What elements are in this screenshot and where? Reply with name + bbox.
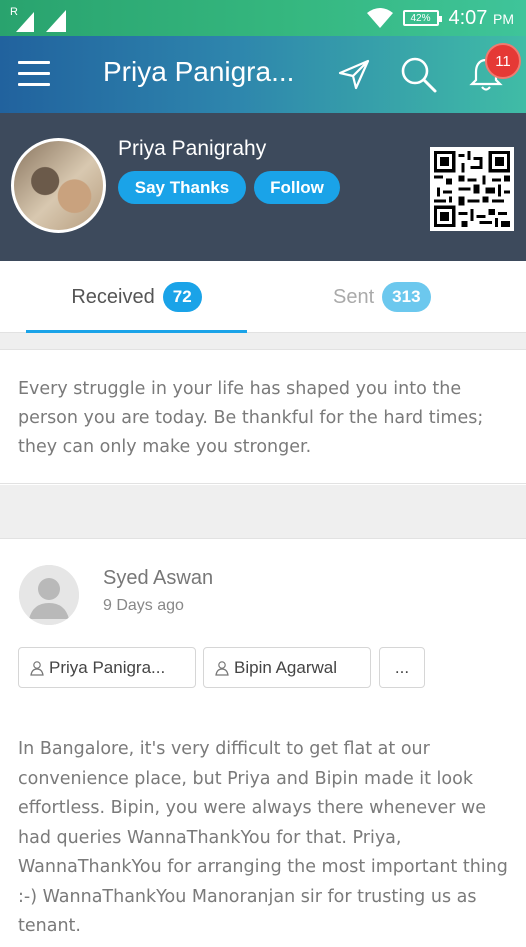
notification-badge[interactable]: 11 xyxy=(485,43,521,79)
divider xyxy=(0,485,526,538)
signal-roaming-label: R xyxy=(10,6,18,18)
page-title: Priya Panigra... xyxy=(103,56,295,87)
recipient-chip-label: Bipin Agarwal xyxy=(234,657,338,677)
send-icon[interactable] xyxy=(334,54,374,94)
profile-name: Priya Panigrahy xyxy=(118,137,267,160)
profile-header: Priya Panigrahy Say Thanks Follow xyxy=(0,113,526,261)
follow-button[interactable]: Follow xyxy=(254,171,340,204)
status-bar: R 42% 4:07 PM xyxy=(0,0,526,36)
tab-sent-label: Sent xyxy=(333,285,375,308)
post-body: In Bangalore, it's very difficult to get… xyxy=(18,739,508,936)
recipient-chip[interactable]: Priya Panigra... xyxy=(18,647,196,688)
avatar[interactable] xyxy=(11,138,106,233)
search-icon[interactable] xyxy=(398,54,438,94)
divider xyxy=(0,333,526,349)
recipient-chip-label: Priya Panigra... xyxy=(49,657,166,677)
tab-received-label: Received xyxy=(71,285,155,308)
quote-card: Every struggle in your life has shaped y… xyxy=(0,349,526,484)
user-placeholder-icon xyxy=(19,565,79,625)
post-timestamp: 9 Days ago xyxy=(103,597,184,614)
post-card: Syed Aswan 9 Days ago Priya Panigra... B… xyxy=(0,538,526,947)
qr-code[interactable] xyxy=(430,147,514,231)
app-bar: Priya Panigra... xyxy=(0,36,526,113)
clock-time: 4:07 xyxy=(448,6,488,29)
status-bar-left: R xyxy=(10,4,70,32)
tab-sent[interactable]: Sent 313 xyxy=(333,261,431,333)
tab-received[interactable]: Received 72 xyxy=(26,261,247,333)
quote-text: Every struggle in your life has shaped y… xyxy=(18,379,484,457)
say-thanks-button[interactable]: Say Thanks xyxy=(118,171,246,204)
clock: 4:07 PM xyxy=(449,7,515,30)
more-recipients-button[interactable]: ... xyxy=(379,647,425,688)
user-icon xyxy=(215,660,229,676)
status-bar-right: 42% 4:07 PM xyxy=(366,0,515,36)
battery-level: 42% xyxy=(410,12,431,24)
menu-icon[interactable] xyxy=(18,61,50,87)
user-icon xyxy=(30,660,44,676)
tab-sent-count: 313 xyxy=(382,282,431,312)
tab-received-count: 72 xyxy=(162,282,202,312)
wifi-icon xyxy=(366,8,393,28)
recipient-chip[interactable]: Bipin Agarwal xyxy=(203,647,371,688)
battery-icon: 42% xyxy=(402,10,442,26)
post-author[interactable]: Syed Aswan xyxy=(103,567,213,590)
signal-icon: R xyxy=(10,6,38,32)
avatar[interactable] xyxy=(19,565,79,625)
clock-ampm: PM xyxy=(493,10,514,27)
signal-icon xyxy=(44,8,70,32)
tab-bar: Received 72 Sent 313 xyxy=(0,261,526,333)
